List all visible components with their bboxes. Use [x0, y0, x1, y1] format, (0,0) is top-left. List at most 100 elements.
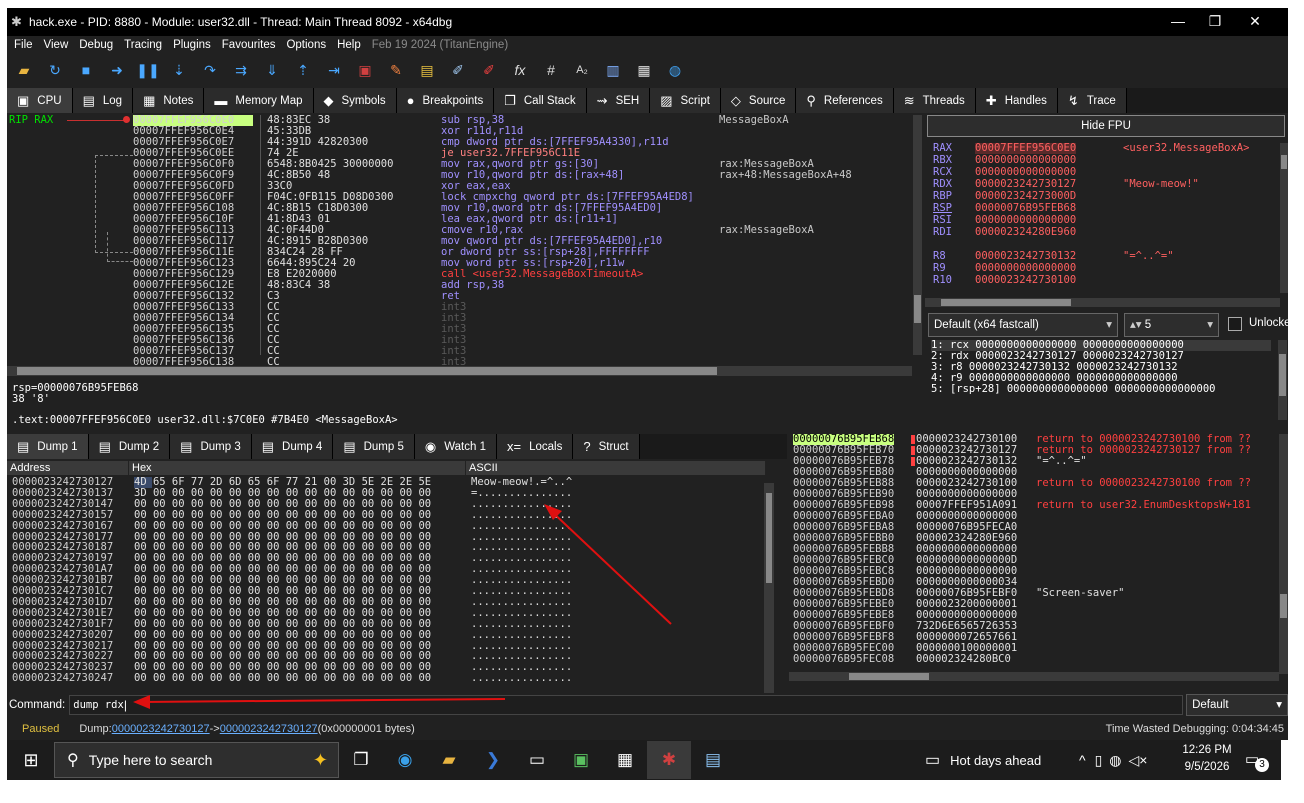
chevron-up-icon[interactable]: ^	[1079, 752, 1086, 768]
unlocked-checkbox[interactable]	[1228, 317, 1242, 331]
task-view-icon[interactable]: ❐	[339, 741, 383, 779]
trace-over-icon[interactable]: ⇓	[261, 60, 283, 80]
step-over-icon[interactable]: ↷	[199, 60, 221, 80]
register-name[interactable]: R9	[933, 263, 946, 274]
stack-comment[interactable]: "Screen-saver"	[1036, 588, 1125, 599]
notepad-icon[interactable]: ▤	[691, 741, 735, 779]
tab-threads[interactable]: ≋ Threads	[893, 88, 976, 113]
register-value[interactable]: 0000023242730127	[975, 179, 1076, 190]
dump-ascii[interactable]: ................	[471, 520, 572, 532]
dump-address[interactable]: 0000023242730207	[12, 629, 113, 641]
register-name[interactable]: RDX	[933, 179, 952, 190]
device-icon[interactable]: ▯	[1095, 752, 1103, 769]
tab-seh[interactable]: ⇝ SEH	[586, 88, 651, 113]
register-name[interactable]: R10	[933, 275, 952, 286]
command-mode-select[interactable]: Default ▾	[1186, 694, 1288, 716]
stack-vscrollbar[interactable]	[1279, 434, 1288, 674]
menu-view[interactable]: View	[44, 39, 69, 51]
register-value[interactable]: 00000076B95FEB68	[975, 203, 1076, 214]
stack-value[interactable]: 000002324280BC0	[916, 654, 1011, 665]
tab-script[interactable]: ▨ Script	[650, 88, 721, 113]
function-icon[interactable]: fx	[509, 60, 531, 80]
patch-icon[interactable]: ✎	[385, 60, 407, 80]
register-value[interactable]: 00007FFEF956C0E0	[975, 143, 1077, 154]
dump-vscrollbar[interactable]	[764, 483, 774, 693]
dump-tab-dump-5[interactable]: ▤ Dump 5	[333, 434, 415, 459]
register-name[interactable]: RAX	[933, 143, 952, 154]
register-name[interactable]: RSI	[933, 215, 952, 226]
speaker-muted-icon[interactable]: ◁×	[1129, 752, 1148, 769]
open-file-icon[interactable]: ▰	[13, 60, 35, 80]
menu-help[interactable]: Help	[337, 39, 361, 51]
dump-ascii[interactable]: ................	[471, 629, 572, 641]
dump-tab-dump-1[interactable]: ▤ Dump 1	[7, 434, 89, 459]
menu-tracing[interactable]: Tracing	[124, 39, 162, 51]
dump-tab-struct[interactable]: ? Struct	[573, 434, 640, 459]
hash-icon[interactable]: #	[540, 60, 562, 80]
terminal-icon[interactable]: ▭	[515, 741, 559, 779]
close-button[interactable]: ✕	[1235, 13, 1275, 30]
register-value[interactable]: 0000023242730132	[975, 251, 1076, 262]
status-dump-to-link[interactable]: 0000023242730127	[220, 723, 318, 735]
dump-view[interactable]: Address Hex ASCII 0000023242730127 4D 65 …	[7, 461, 777, 693]
trace-into-icon[interactable]: ⇉	[230, 60, 252, 80]
register-value[interactable]: 0000023242730100	[975, 275, 1076, 286]
stack-address[interactable]: 00000076B95FEC08	[793, 654, 894, 665]
dump-hex-header[interactable]: Hex	[129, 461, 466, 475]
status-dump-from-link[interactable]: 0000023242730127	[112, 723, 210, 735]
register-vscrollbar[interactable]	[1280, 143, 1288, 293]
hide-fpu-button[interactable]: Hide FPU	[927, 115, 1285, 137]
register-value[interactable]: 000002324280E960	[975, 227, 1076, 238]
dump-hex[interactable]: 00 00 00 00 00 00 00 00 00 00 00 00 00 0…	[134, 520, 431, 532]
run-icon[interactable]: ➜	[106, 60, 128, 80]
module-icon[interactable]: ▥	[602, 60, 624, 80]
disassembly-hscrollbar[interactable]	[7, 366, 912, 376]
register-name[interactable]: RBP	[933, 191, 952, 202]
start-icon[interactable]: ⊞	[9, 741, 53, 779]
disassembly-view[interactable]: RIP RAX 00007FFEF956C0E0 48:83EC 38 sub rs…	[7, 115, 912, 368]
dump-address[interactable]: 0000023242730167	[12, 520, 113, 532]
execute-till-return-icon[interactable]: ⇡	[292, 60, 314, 80]
dump-ascii-header[interactable]: ASCII	[466, 461, 766, 475]
stack-view[interactable]: 00000076B95FEB68 0000023242730100 return t…	[789, 434, 1288, 681]
font-size-icon[interactable]: A₂	[571, 60, 593, 80]
stack-comment[interactable]: return to user32.EnumDesktopsW+181	[1036, 500, 1251, 511]
tab-notes[interactable]: ▦ Notes	[133, 88, 205, 113]
dump-hex[interactable]: 00 00 00 00 00 00 00 00 00 00 00 00 00 0…	[134, 673, 431, 684]
register-name[interactable]: RBX	[933, 155, 952, 166]
minimize-button[interactable]: —	[1158, 13, 1198, 29]
tab-memory-map[interactable]: ▬ Memory Map	[204, 88, 314, 113]
disasm-comment[interactable]: MessageBoxA	[719, 115, 789, 126]
register-name[interactable]: RCX	[933, 167, 952, 178]
taskbar-search-box[interactable]: ⚲ Type here to search ✦	[54, 742, 339, 778]
arg-count-spinbox[interactable]: ▴▾ 5 ▾	[1124, 313, 1219, 337]
menu-plugins[interactable]: Plugins	[173, 39, 211, 51]
stack-hscrollbar[interactable]	[789, 672, 1279, 681]
register-value[interactable]: 0000000000000000	[975, 215, 1076, 226]
x64dbg-taskbar-icon[interactable]: ✱	[647, 741, 691, 779]
stack-comment[interactable]: "=^..^="	[1036, 456, 1087, 467]
dump-tab-watch-1[interactable]: ◉ Watch 1	[414, 434, 497, 459]
tab-symbols[interactable]: ◆ Symbols	[313, 88, 397, 113]
bookmark-icon[interactable]: ✐	[478, 60, 500, 80]
scylla-icon[interactable]: ▣	[354, 60, 376, 80]
tab-source[interactable]: ◇ Source	[720, 88, 797, 113]
dump-address-header[interactable]: Address	[7, 461, 129, 475]
restart-icon[interactable]: ↻	[44, 60, 66, 80]
tab-cpu[interactable]: ▣ CPU	[7, 88, 73, 113]
app-icon[interactable]: ▣	[559, 741, 603, 779]
edge-icon[interactable]: ◉	[383, 741, 427, 779]
maximize-button[interactable]: ❐	[1195, 13, 1235, 30]
tab-call-stack[interactable]: ❐ Call Stack	[494, 88, 587, 113]
arguments-panel[interactable]: 1: rcx 0000000000000000 0000000000000000…	[925, 338, 1288, 423]
disassembly-vscrollbar[interactable]	[913, 115, 922, 355]
args-vscrollbar[interactable]	[1278, 340, 1287, 420]
breakpoint-dot[interactable]	[123, 116, 130, 123]
dump-tab-dump-3[interactable]: ▤ Dump 3	[170, 434, 252, 459]
call-convention-select[interactable]: Default (x64 fastcall) ▾	[928, 313, 1118, 337]
calculator-icon[interactable]: ▦	[633, 60, 655, 80]
run-to-user-code-icon[interactable]: ⇥	[323, 60, 345, 80]
register-name[interactable]: R8	[933, 251, 946, 262]
notification-icon[interactable]: ▭ 3	[1245, 750, 1269, 772]
clock[interactable]: 12:26 PM 9/5/2026	[1177, 742, 1237, 776]
